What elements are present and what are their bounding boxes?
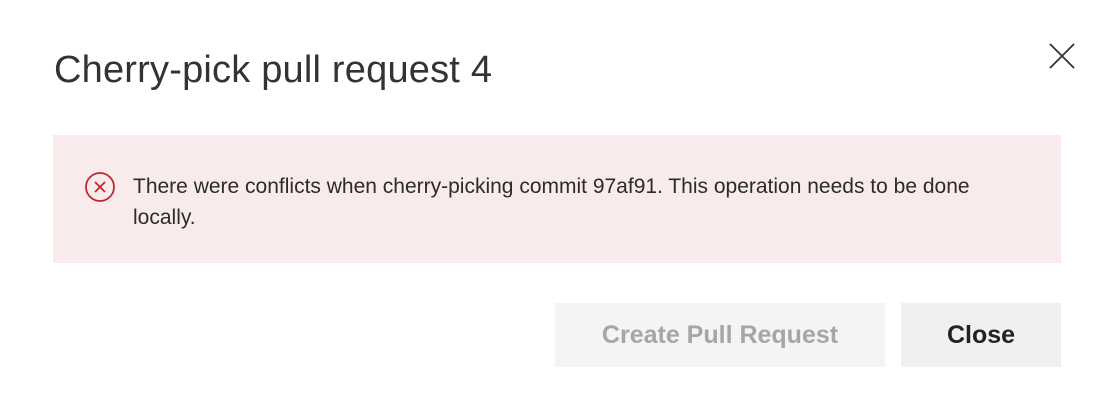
error-banner: There were conflicts when cherry-picking… [53,135,1061,263]
close-icon[interactable] [1044,38,1080,74]
dialog-title: Cherry-pick pull request 4 [54,49,493,91]
close-button[interactable]: Close [901,303,1061,367]
error-message: There were conflicts when cherry-picking… [133,175,970,229]
cherry-pick-dialog: Cherry-pick pull request 4 There were co… [0,0,1117,407]
close-icon-glyph [1049,43,1075,69]
error-circle-icon [85,172,115,202]
create-pull-request-button[interactable]: Create Pull Request [555,303,885,367]
